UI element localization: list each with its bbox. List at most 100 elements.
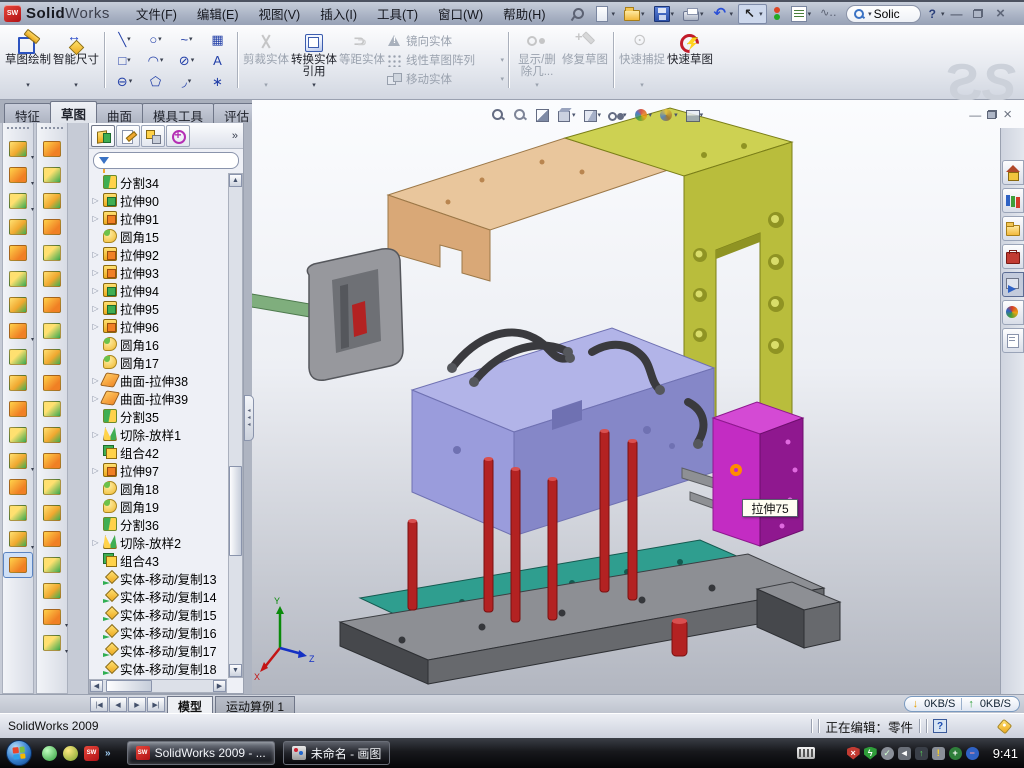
help-chevron-icon[interactable]: ▾ [941,10,945,18]
flyout-arrow[interactable]: ▾ [65,648,68,655]
taskbar-window-0[interactable]: SWSolidWorks 2009 - ... [127,741,275,765]
box-select-tool[interactable]: ▦ [202,32,233,47]
tree-item[interactable]: 分割34 [91,173,227,191]
pin-button[interactable] [565,4,589,24]
tab-configurationmanager[interactable] [141,125,165,147]
surface-reference-button[interactable]: ▾ [37,604,67,630]
expand-arrow[interactable]: ▷ [91,196,100,205]
taskbar-clock[interactable]: 9:41 [993,746,1018,761]
fillet-surface-button[interactable] [37,526,67,552]
zoom-fit-button[interactable] [488,106,508,124]
tree-item[interactable]: ▷拉伸92 [91,245,227,263]
tree-item[interactable]: ▷拉伸97 [91,461,227,479]
point-tool[interactable]: ∗ [202,74,233,89]
flyout-arrow[interactable]: ▾ [31,154,34,161]
taskpane-tab-file-explorer[interactable] [1002,216,1024,241]
revolved-surface-button[interactable] [37,162,67,188]
reference-geometry-button[interactable]: ▾ [3,448,33,474]
tree-horizontal-scrollbar[interactable]: ◀ ▶ [89,679,227,693]
flyout-arrow[interactable]: ▾ [160,56,164,64]
trim-entities-button[interactable]: 剪裁实体 ▾ [242,29,290,91]
quicklaunch-solidworks-icon[interactable]: SW [84,746,99,761]
tree-item[interactable]: 分割35 [91,407,227,425]
tray-sync-blocked-icon[interactable]: − [966,747,979,760]
untrim-surface-button[interactable] [37,500,67,526]
move-copy-body-button[interactable] [3,422,33,448]
axis-button[interactable] [3,500,33,526]
menu-编辑(E)[interactable]: 编辑(E) [187,1,249,26]
flyout-arrow[interactable]: ▾ [127,56,131,64]
flyout-arrow[interactable]: ▾ [129,77,133,85]
flyout-arrow[interactable]: ▾ [188,77,192,85]
sketch-fillet-tool[interactable]: ◞▾ [171,74,202,89]
part-sprue-bushing[interactable] [252,249,403,381]
section-view-button[interactable] [532,106,552,124]
tab-草图[interactable]: 草图 [50,101,97,123]
scroll-thumb[interactable] [106,680,152,692]
mirror-entities-button[interactable]: 镜向实体 [386,33,504,50]
flyout-arrow[interactable]: ▾ [808,10,812,18]
swept-surface-button[interactable] [37,136,67,162]
restore-button[interactable] [968,6,988,22]
smart-dimension-button[interactable]: 智能尺寸 ▾ [52,29,100,91]
tray-defender-icon[interactable]: + [949,747,962,760]
new-button[interactable]: ▾ [590,4,619,24]
tree-item[interactable]: 组合43 [91,551,227,569]
flyout-arrow[interactable]: ▾ [671,10,675,18]
tree-item[interactable]: 圆角19 [91,497,227,515]
flyout-arrow[interactable]: ▾ [572,111,576,119]
quicklaunch-messenger-icon[interactable] [42,746,57,761]
tab-featuremanager[interactable] [91,125,115,147]
display-style-button[interactable]: ▾ [580,106,604,124]
language-bar-icon[interactable] [797,747,815,759]
flyout-arrow[interactable]: ▾ [26,81,30,89]
search-input[interactable] [872,6,914,22]
extruded-cut-button[interactable]: ▾ [3,162,33,188]
tree-item[interactable]: ▷拉伸94 [91,281,227,299]
circle-tool[interactable]: ○▾ [140,32,171,47]
taskpane-tab-toolbox[interactable] [1002,244,1024,269]
freeform-button[interactable] [37,370,67,396]
ruled-surface-button[interactable] [37,578,67,604]
docnav-first-button[interactable]: |◀ [90,697,108,712]
instant3d-button[interactable] [3,552,33,578]
tree-item[interactable]: 分割36 [91,515,227,533]
lofted-surface-button[interactable] [37,214,67,240]
tree-item[interactable]: 圆角17 [91,353,227,371]
flyout-arrow[interactable]: ▾ [700,10,704,18]
tray-network-warning-icon[interactable]: ! [932,747,945,760]
hole-wizard-button[interactable] [3,292,33,318]
flyout-arrow[interactable]: ▾ [641,10,645,18]
quick-launch-chevron[interactable]: » [105,748,111,759]
toolbar-grip[interactable] [7,127,29,132]
tab-特征[interactable]: 特征 [4,103,51,123]
taskpane-tab-palette[interactable] [1002,272,1024,297]
minimize-button[interactable]: — [946,6,966,22]
tree-item[interactable]: ▷拉伸91 [91,209,227,227]
tray-security-green-icon[interactable]: ϟ [864,747,877,760]
graphics-area[interactable]: Y X Z ▾▾▾▾▾▾ — × 拉伸75 [252,100,1024,694]
flyout-arrow[interactable]: ▾ [189,35,193,43]
doc-restore-button[interactable] [987,110,997,119]
flyout-arrow[interactable]: ▾ [127,35,131,43]
offset-entities-button[interactable]: 等距实体 [338,29,386,91]
tab-曲面[interactable]: 曲面 [96,103,143,123]
doc-close-button[interactable]: × [1003,106,1012,123]
flyout-arrow[interactable]: ▾ [611,10,615,18]
draft-button[interactable] [3,266,33,292]
tab-dimxpertmanager[interactable] [166,125,190,147]
extruded-boss-base-button[interactable]: ▾ [3,136,33,162]
menu-视图(V)[interactable]: 视图(V) [249,1,311,26]
expand-arrow[interactable]: ▷ [91,322,100,331]
docnav-last-button[interactable]: ▶| [147,697,165,712]
tray-update-icon[interactable]: ✓ [881,747,894,760]
quick-snaps-button[interactable]: 快速捕捉 ▾ [618,29,666,91]
tree-item[interactable]: ▷切除-放样2 [91,533,227,551]
help-button[interactable]: ? [927,7,938,21]
delete-face-button[interactable] [37,396,67,422]
options-button[interactable]: ▾ [787,4,816,24]
shell-button[interactable] [3,240,33,266]
fillet-button[interactable]: ▾ [3,188,33,214]
menu-窗口(W)[interactable]: 窗口(W) [428,1,493,26]
tab-模具工具[interactable]: 模具工具 [142,103,214,123]
